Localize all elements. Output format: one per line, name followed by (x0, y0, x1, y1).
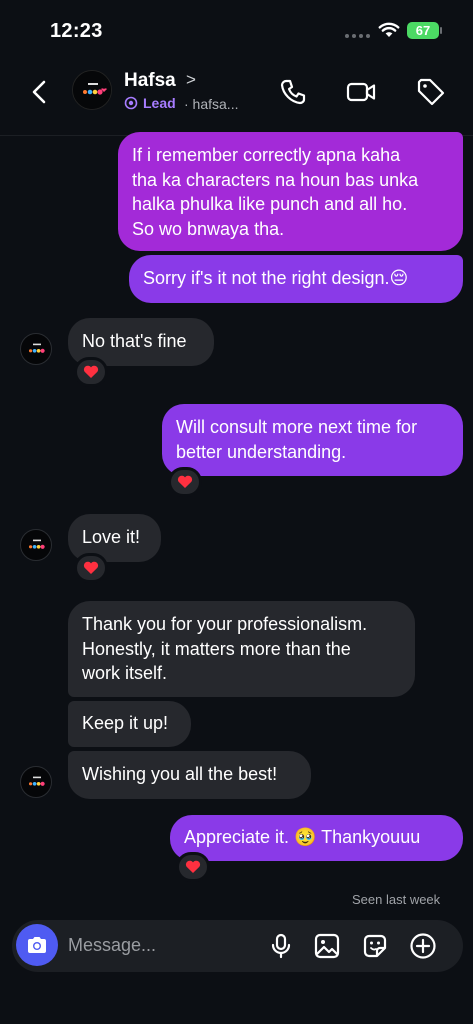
message-line: Wishing you all the best! (82, 764, 278, 784)
message-bubble-outgoing[interactable]: Sorry if's it not the right design.😔 (129, 255, 463, 303)
heart-icon (177, 475, 193, 488)
avatar-logo-icon (29, 776, 45, 786)
camera-button[interactable] (16, 924, 58, 966)
chat-header: Hafsa > Lead · hafsa... (0, 60, 473, 136)
contact-avatar-small[interactable] (20, 766, 52, 798)
message-bubble-incoming[interactable]: Keep it up! (68, 701, 191, 747)
signal-icon (345, 34, 370, 38)
reaction-heart[interactable] (74, 553, 108, 583)
reaction-heart[interactable] (176, 852, 210, 882)
message-line: Love it! (82, 527, 141, 547)
sticker-icon[interactable] (361, 932, 389, 960)
contact-avatar-small[interactable] (20, 529, 52, 561)
message-line: better understanding. (176, 441, 347, 462)
gallery-icon[interactable] (313, 932, 341, 960)
message-line: Keep it up! (82, 713, 169, 733)
message-bubble-incoming[interactable]: Thank you for your professionalism. Hone… (68, 601, 415, 697)
message-line: halka phulka like punch and all ho. (132, 194, 408, 214)
message-bubble-incoming[interactable]: Wishing you all the best! (68, 751, 311, 799)
avatar-logo-icon (29, 343, 45, 353)
tag-icon[interactable] (415, 76, 447, 108)
lead-label: Lead (143, 95, 176, 111)
message-line: tha ka characters na houn bas unka (132, 169, 419, 190)
lead-badge[interactable]: Lead (124, 95, 176, 111)
message-line: So wo bnwaya tha. (132, 218, 285, 239)
message-input[interactable]: Message... (68, 935, 156, 956)
status-time: 12:23 (50, 20, 103, 42)
contact-avatar-small[interactable] (20, 333, 52, 365)
message-bubble-outgoing[interactable]: Will consult more next time for better u… (162, 404, 463, 476)
battery-indicator: 67 (407, 22, 439, 39)
message-bubble-outgoing[interactable]: If i remember correctly apna kaha tha ka… (118, 132, 463, 251)
camera-icon (28, 937, 46, 953)
reaction-heart[interactable] (74, 357, 108, 387)
battery-tip (440, 27, 442, 34)
seen-status: Seen last week (352, 892, 441, 907)
contact-avatar[interactable] (72, 70, 112, 110)
back-chevron-icon[interactable] (26, 78, 54, 106)
message-line: work itself. (82, 663, 168, 683)
message-bubble-outgoing[interactable]: Appreciate it. 🥹 Thankyouuu (170, 815, 463, 861)
message-line: Will consult more next time for (176, 417, 418, 437)
phone-icon[interactable] (277, 76, 309, 108)
plus-circle-icon[interactable] (409, 932, 437, 960)
microphone-icon[interactable] (267, 932, 295, 960)
message-line: Sorry if's it not the right design.😔 (143, 268, 409, 288)
contact-name[interactable]: Hafsa (124, 70, 176, 92)
avatar-logo-icon (29, 539, 45, 549)
message-line: Thank you for your professionalism. (82, 614, 368, 634)
battery-level: 67 (415, 23, 431, 38)
avatar-logo-icon (73, 71, 111, 109)
heart-icon (83, 365, 99, 378)
contact-handle: · hafsa... (184, 96, 239, 112)
lead-icon (124, 96, 138, 110)
status-bar: 12:23 67 (0, 0, 473, 60)
chevron-right-icon[interactable]: > (186, 70, 196, 90)
message-line: If i remember correctly apna kaha (132, 145, 401, 165)
wifi-icon (378, 22, 400, 37)
heart-icon (83, 561, 99, 574)
message-composer: Message... (12, 920, 463, 972)
message-line: No that's fine (82, 331, 187, 351)
heart-icon (185, 860, 201, 873)
message-line: Honestly, it matters more than the (82, 638, 351, 659)
video-camera-icon[interactable] (345, 76, 377, 108)
message-line: Appreciate it. 🥹 Thankyouuu (184, 827, 421, 847)
reaction-heart[interactable] (168, 467, 202, 497)
